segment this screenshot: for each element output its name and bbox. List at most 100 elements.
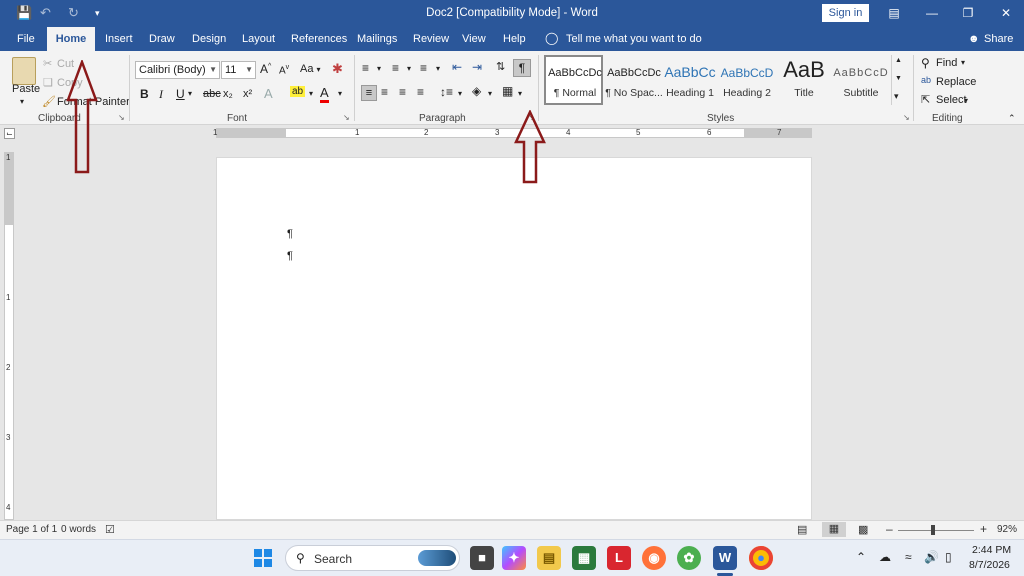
find-button[interactable]: Find (936, 57, 957, 69)
bullets-icon[interactable]: ≡ (362, 61, 369, 75)
proofing-icon[interactable]: ☑ (105, 523, 115, 536)
underline-button[interactable]: U (176, 87, 185, 101)
font-color-dropdown-icon[interactable]: ▾ (338, 89, 342, 98)
style-normal[interactable]: AaBbCcDc ¶ Normal (544, 55, 603, 105)
wifi-icon[interactable]: ≈ (905, 550, 912, 564)
tab-mailings[interactable]: Mailings (357, 33, 397, 45)
select-button[interactable]: Select (936, 94, 967, 106)
shrink-font-button[interactable]: Av (279, 64, 289, 76)
chevron-down-icon[interactable]: ▾ (964, 96, 968, 105)
grow-font-button[interactable]: A^ (260, 62, 271, 76)
font-color-button[interactable]: A (320, 85, 329, 103)
chevron-down-icon[interactable]: ▾ (407, 64, 411, 73)
numbering-icon[interactable]: ≡ (392, 61, 399, 75)
chrome-icon[interactable]: ● (749, 546, 773, 570)
italic-button[interactable]: I (159, 87, 163, 102)
tab-design[interactable]: Design (192, 33, 226, 45)
line-spacing-icon[interactable]: ↕≡ (440, 85, 453, 99)
clear-formatting-icon[interactable]: ✱ (332, 61, 343, 77)
microsoft-store-icon[interactable]: ▦ (572, 546, 596, 570)
decrease-indent-icon[interactable]: ⇤ (452, 60, 462, 74)
show-hidden-icons-icon[interactable]: ⌃ (856, 550, 866, 564)
style-title[interactable]: AaB Title (776, 55, 832, 105)
styles-launcher-icon[interactable]: ↘ (903, 113, 910, 122)
tab-help[interactable]: Help (503, 33, 526, 45)
tab-draw[interactable]: Draw (149, 33, 175, 45)
chevron-down-icon[interactable]: ▾ (518, 89, 522, 98)
battery-icon[interactable]: ▯ (945, 550, 952, 564)
increase-indent-icon[interactable]: ⇥ (472, 60, 482, 74)
justify-icon[interactable]: ≡ (417, 85, 424, 99)
tab-view[interactable]: View (462, 33, 486, 45)
multilevel-list-icon[interactable]: ≡ (420, 61, 427, 75)
strikethrough-button[interactable]: abc (203, 88, 221, 100)
paste-icon[interactable] (12, 57, 36, 85)
align-center-icon[interactable]: ≡ (381, 85, 388, 99)
highlight-dropdown-icon[interactable]: ▾ (309, 89, 313, 98)
word-icon[interactable]: W (713, 546, 737, 570)
tab-review[interactable]: Review (413, 33, 449, 45)
style-no-spacing[interactable]: AaBbCcDc ¶ No Spac... (604, 55, 663, 105)
text-effects-button[interactable]: A (264, 86, 273, 101)
zoom-slider[interactable] (898, 530, 974, 531)
ribbon-display-options-icon[interactable]: ▤ (884, 4, 904, 22)
borders-icon[interactable]: ▦ (502, 84, 513, 98)
firefox-icon[interactable]: ◉ (642, 546, 666, 570)
cloud-offline-icon[interactable]: ☁ (879, 550, 891, 564)
zoom-level[interactable]: 92% (997, 524, 1017, 535)
chevron-down-icon[interactable]: ▾ (458, 89, 462, 98)
zoom-out-icon[interactable]: – (886, 522, 893, 536)
shading-icon[interactable]: ◈ (472, 84, 481, 98)
file-explorer-icon[interactable]: ▤ (537, 546, 561, 570)
volume-icon[interactable]: 🔊 (924, 550, 939, 564)
word-count[interactable]: 0 words (61, 524, 96, 535)
tab-references[interactable]: References (291, 33, 347, 45)
clock-time[interactable]: 2:44 PM (972, 544, 1011, 556)
share-icon[interactable]: ☻ (968, 33, 980, 45)
chevron-down-icon[interactable]: ▾ (488, 89, 492, 98)
photos-icon[interactable]: ✿ (677, 546, 701, 570)
style-heading-2[interactable]: AaBbCcD Heading 2 (719, 55, 775, 105)
chevron-down-icon[interactable]: ▾ (436, 64, 440, 73)
styles-scroll[interactable]: ▲ ▼ ▾ (891, 55, 904, 105)
style-heading-1[interactable]: AaBbCc Heading 1 (662, 55, 718, 105)
copilot-icon[interactable]: ✦ (502, 546, 526, 570)
scroll-up-icon[interactable]: ▲ (895, 57, 902, 64)
print-layout-icon[interactable]: ▦ (822, 522, 846, 537)
tab-stop-selector-icon[interactable]: ⌙ (4, 128, 15, 139)
page-count[interactable]: Page 1 of 1 (6, 524, 57, 535)
change-case-button[interactable]: Aa ▾ (300, 63, 321, 75)
font-size-box[interactable]: 11 ▼ (221, 61, 256, 79)
chevron-down-icon[interactable]: ▾ (961, 58, 965, 67)
style-subtitle[interactable]: AaBbCcD Subtitle (833, 55, 889, 105)
clipboard-launcher-icon[interactable]: ↘ (118, 113, 125, 122)
superscript-button[interactable]: x² (243, 88, 252, 100)
read-mode-icon[interactable]: ▤ (797, 523, 807, 536)
subscript-button[interactable]: x₂ (223, 88, 233, 100)
align-right-icon[interactable]: ≡ (399, 85, 406, 99)
collapse-ribbon-icon[interactable]: ⌃ (1008, 113, 1016, 124)
underline-dropdown-icon[interactable]: ▾ (188, 89, 192, 98)
close-icon[interactable]: ✕ (996, 4, 1016, 22)
vertical-ruler[interactable]: 1 1 2 3 4 (4, 152, 14, 520)
restore-icon[interactable]: ❐ (958, 4, 978, 22)
align-left-icon[interactable]: ≡ (361, 85, 377, 101)
highlight-button[interactable]: ab (290, 86, 306, 97)
app-l-icon[interactable]: L (607, 546, 631, 570)
paste-dropdown-icon[interactable]: ▾ (20, 97, 24, 106)
tab-home[interactable]: Home (47, 27, 95, 51)
task-view-icon[interactable]: ■ (470, 546, 494, 570)
scroll-down-icon[interactable]: ▼ (895, 75, 902, 82)
tab-insert[interactable]: Insert (105, 33, 133, 45)
sort-icon[interactable]: ⇅ (496, 60, 505, 73)
share-button[interactable]: Share (984, 33, 1013, 45)
tell-me-search[interactable]: Tell me what you want to do (566, 33, 702, 45)
web-layout-icon[interactable]: ▩ (858, 523, 868, 536)
zoom-in-icon[interactable]: + (980, 522, 987, 536)
bold-button[interactable]: B (140, 87, 149, 101)
sign-in-button[interactable]: Sign in (822, 4, 869, 22)
show-hide-formatting-icon[interactable]: ¶ (513, 59, 531, 77)
chevron-down-icon[interactable]: ▾ (377, 64, 381, 73)
taskbar-search[interactable]: ⚲ Search (285, 545, 460, 571)
windows-start-icon[interactable] (254, 549, 272, 567)
